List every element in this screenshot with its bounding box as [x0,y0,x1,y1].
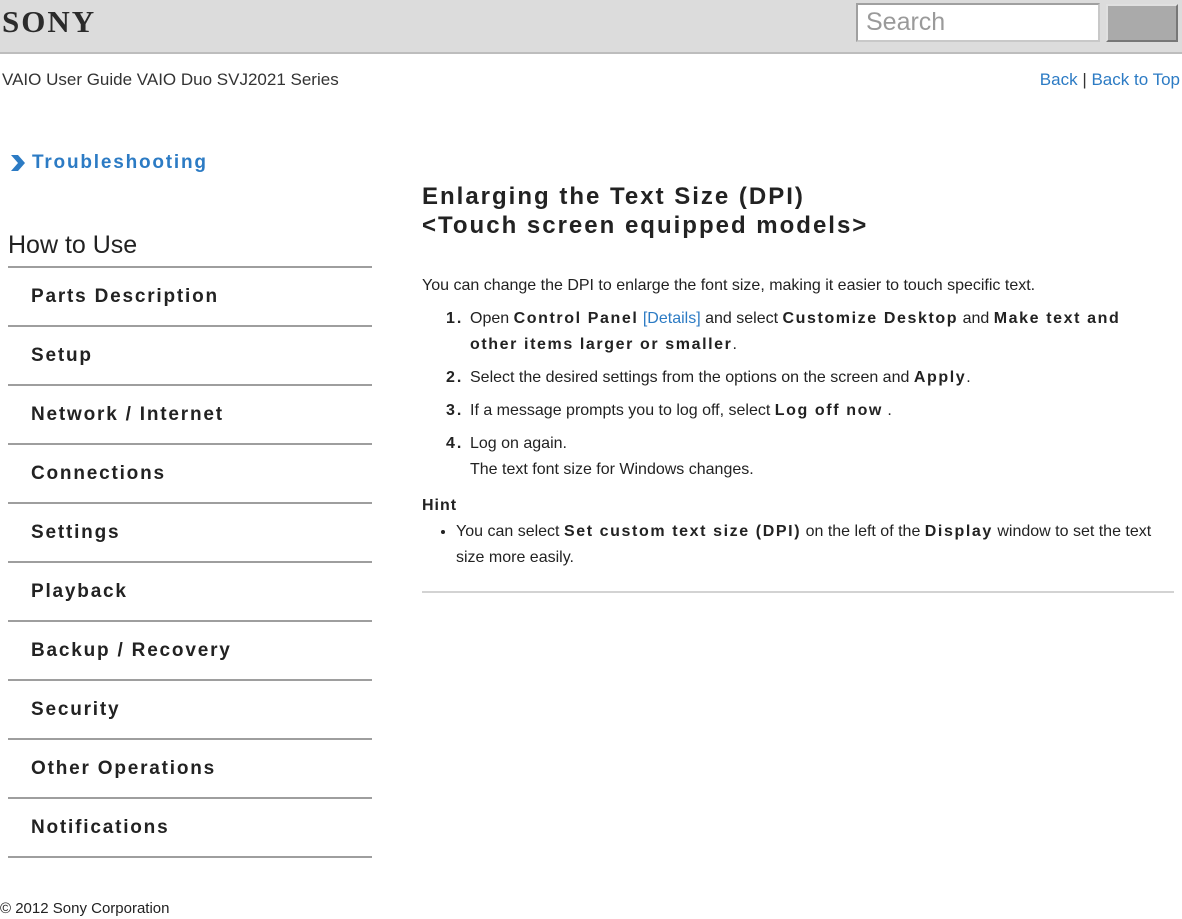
control-panel-label: Control Panel [513,310,639,327]
apply-label: Apply [913,369,967,386]
step-note: The text font size for Windows changes. [470,461,754,478]
copyright: © 2012 Sony Corporation [0,900,170,917]
sidebar-item-settings[interactable]: Settings [8,504,372,563]
sidebar-item-notifications[interactable]: Notifications [8,799,372,858]
step-text: Select the desired settings from the opt… [470,369,914,386]
sidebar: Troubleshooting How to Use Parts Descrip… [8,150,372,858]
hint-list: You can select Set custom text size (DPI… [422,519,1174,571]
set-custom-text-size-label: Set custom text size (DPI) [563,523,802,540]
step-number: 1. [446,310,464,327]
main-content: Enlarging the Text Size (DPI) <Touch scr… [422,182,1174,593]
sidebar-item-backup-recovery[interactable]: Backup / Recovery [8,622,372,681]
sidebar-item-security[interactable]: Security [8,681,372,740]
back-to-top-link[interactable]: Back to Top [1091,70,1180,89]
sidebar-item-setup[interactable]: Setup [8,327,372,386]
step-text: If a message prompts you to log off, sel… [470,402,775,419]
sidebar-item-parts-description[interactable]: Parts Description [8,268,372,327]
sidebar-item-network-internet[interactable]: Network / Internet [8,386,372,445]
step-text: . [966,369,971,386]
step-item: 3. If a message prompts you to log off, … [422,398,1174,424]
sidebar-nav: Parts Description Setup Network / Intern… [8,266,372,858]
step-number: 4. [446,435,464,452]
step-text: . [732,336,737,353]
hint-heading: Hint [422,497,458,514]
intro-text: You can change the DPI to enlarge the fo… [422,277,1036,294]
sidebar-item-connections[interactable]: Connections [8,445,372,504]
troubleshooting-label: Troubleshooting [32,152,208,173]
top-bar: SONY [0,0,1182,54]
page-title: Enlarging the Text Size (DPI) <Touch scr… [422,182,1174,240]
step-text: . [882,402,892,419]
display-label: Display [924,523,993,540]
search-button[interactable] [1106,4,1178,42]
hint-item: You can select Set custom text size (DPI… [456,519,1174,571]
sidebar-item-playback[interactable]: Playback [8,563,372,622]
link-separator: | [1077,70,1092,89]
sony-logo: SONY [2,4,97,39]
sidebar-item-other-operations[interactable]: Other Operations [8,740,372,799]
step-number: 3. [446,402,464,419]
top-links: Back | Back to Top [1040,70,1180,90]
details-link[interactable]: [Details] [643,310,701,327]
step-item: 2. Select the desired settings from the … [422,365,1174,391]
how-to-use-heading: How to Use [8,231,138,259]
step-text: and select [700,310,783,327]
step-text: and [958,310,994,327]
guide-title: VAIO User Guide VAIO Duo SVJ2021 Series [2,70,339,89]
customize-desktop-label: Customize Desktop [782,310,959,327]
page-title-line2: <Touch screen equipped models> [422,212,869,239]
content-divider [422,591,1174,593]
step-text: Log on again. [470,435,567,452]
step-item: 1. Open Control Panel [Details] and sele… [422,306,1174,358]
step-item: 4. Log on again. The text font size for … [422,431,1174,483]
troubleshooting-link[interactable]: Troubleshooting [10,150,372,176]
hint-text: You can select [456,523,564,540]
chevron-right-icon [11,155,25,171]
step-number: 2. [446,369,464,386]
step-text: Open [470,310,514,327]
page-title-line1: Enlarging the Text Size (DPI) [422,183,805,210]
search-input[interactable] [856,3,1100,42]
steps-list: 1. Open Control Panel [Details] and sele… [422,306,1174,483]
hint-text: on the left of the [801,523,925,540]
log-off-now-label: Log off now [774,402,883,419]
back-link[interactable]: Back [1040,70,1078,89]
